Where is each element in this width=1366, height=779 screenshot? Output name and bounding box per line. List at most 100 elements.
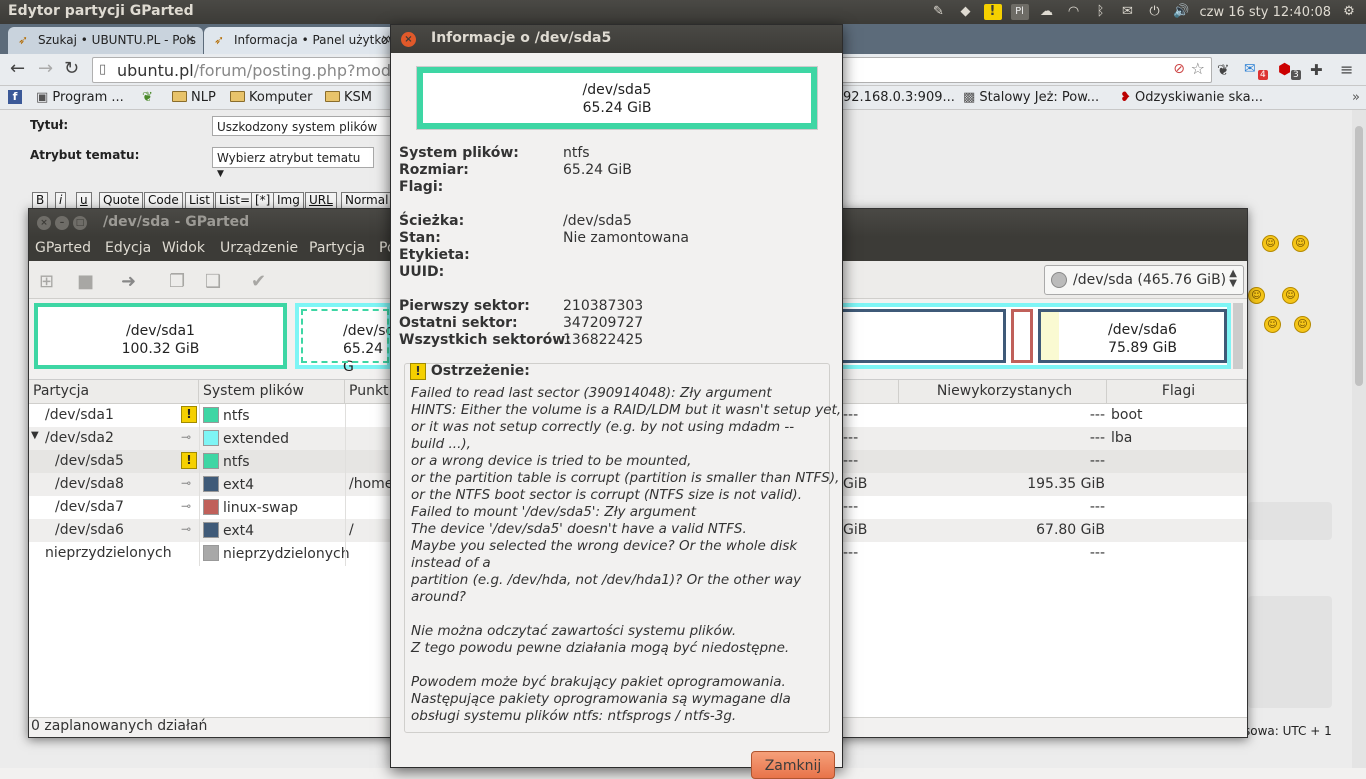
cell-mountpoint: / bbox=[349, 522, 354, 538]
cell-unused: 67.80 GiB bbox=[1036, 522, 1105, 538]
bbcode-list-button[interactable]: List bbox=[185, 192, 214, 209]
close-button[interactable]: Zamknij bbox=[751, 751, 835, 779]
map-scrollbar[interactable] bbox=[1233, 303, 1243, 369]
partition-map-extended[interactable]: /dev/sda6 75.89 GiB bbox=[829, 303, 1231, 369]
keyboard-layout-indicator[interactable]: Pl bbox=[1010, 4, 1029, 20]
smiley-icon[interactable]: ☺ bbox=[1282, 287, 1299, 304]
scrollbar-thumb[interactable] bbox=[1355, 126, 1363, 386]
apple-icon: ❥ bbox=[1120, 90, 1136, 105]
new-partition-icon[interactable]: ⊞ bbox=[39, 271, 54, 292]
close-icon[interactable]: × bbox=[401, 32, 416, 47]
adblock-icon[interactable]: ⬢ bbox=[1278, 60, 1291, 78]
close-icon[interactable]: × bbox=[37, 216, 51, 230]
menu-widok[interactable]: Widok bbox=[162, 240, 205, 256]
warning-line: or it was not setup correctly (e.g. by n… bbox=[411, 419, 795, 435]
partition-map-sda7[interactable] bbox=[1011, 309, 1033, 363]
maximize-icon[interactable]: □ bbox=[73, 216, 87, 230]
column-filesystem[interactable]: System plików bbox=[199, 380, 345, 404]
leaf-icon[interactable]: ❦ bbox=[142, 90, 153, 105]
apply-checkmark-icon[interactable]: ✔ bbox=[251, 271, 266, 292]
font-size-select[interactable]: Normal bbox=[341, 192, 391, 209]
bookmark-ip[interactable]: 92.168.0.3:909... bbox=[843, 90, 955, 105]
menu-edycja[interactable]: Edycja bbox=[105, 240, 151, 256]
column-unused[interactable]: Niewykorzystanych bbox=[899, 380, 1107, 404]
device-selector[interactable]: /dev/sda (465.76 GiB) ▲ ▼ bbox=[1044, 265, 1244, 295]
minimize-icon[interactable]: – bbox=[55, 216, 69, 230]
bluetooth-icon[interactable]: ᛒ bbox=[1092, 4, 1110, 20]
page-scrollbar[interactable] bbox=[1352, 110, 1366, 768]
menu-gparted[interactable]: GParted bbox=[35, 240, 91, 256]
menu-icon[interactable]: ≡ bbox=[1340, 60, 1353, 79]
folder-icon bbox=[325, 91, 340, 102]
partition-map-sda5[interactable]: /dev/sc 65.24 G bbox=[295, 303, 393, 375]
bbcode-underline-button[interactable]: u bbox=[76, 192, 92, 209]
facebook-icon[interactable]: f bbox=[8, 90, 22, 104]
warning-line bbox=[411, 657, 831, 674]
wifi-icon[interactable]: ◠ bbox=[1065, 4, 1083, 20]
delete-partition-icon[interactable]: ■ bbox=[77, 271, 94, 292]
bbcode-code-button[interactable]: Code bbox=[144, 192, 183, 209]
bbcode-italic-button[interactable]: i bbox=[55, 192, 67, 209]
warning-line: or the partition table is corrupt (parti… bbox=[411, 470, 840, 486]
gear-icon[interactable]: ⚙ bbox=[1340, 4, 1358, 20]
browser-tab-search[interactable]: ➶ Szukaj • UBUNTU.PL - Pols × bbox=[8, 27, 203, 54]
bbcode-url-button[interactable]: URL bbox=[305, 192, 337, 209]
evernote-icon[interactable]: ❦ bbox=[1217, 61, 1230, 79]
volume-icon[interactable]: 🔊 bbox=[1173, 4, 1191, 20]
back-arrow-icon[interactable]: ← bbox=[10, 58, 25, 79]
clock[interactable]: czw 16 sty 12:40:08 bbox=[1200, 5, 1332, 20]
mail-icon[interactable]: ✉ bbox=[1119, 4, 1137, 20]
smiley-icon[interactable]: ☺ bbox=[1262, 235, 1279, 252]
smiley-icon[interactable]: ☺ bbox=[1264, 316, 1281, 333]
menu-urzadzenie[interactable]: Urządzenie bbox=[220, 240, 298, 256]
attr-select[interactable]: Wybierz atrybut tematu ▼ bbox=[212, 147, 374, 179]
puzzle-icon[interactable]: ✚ bbox=[1310, 61, 1323, 79]
smiley-icon[interactable]: ☺ bbox=[1292, 235, 1309, 252]
cell-unused: --- bbox=[1089, 407, 1105, 423]
edit-icon[interactable]: ✎ bbox=[930, 4, 948, 20]
title-input[interactable]: Uszkodzony system plików bbox=[212, 116, 392, 136]
dropbox-icon[interactable]: ◆ bbox=[957, 4, 975, 20]
warning-icon[interactable]: ! bbox=[983, 4, 1002, 20]
bbcode-quote-button[interactable]: Quote bbox=[99, 192, 144, 209]
partition-map-sda1[interactable]: /dev/sda1 100.32 GiB bbox=[34, 303, 287, 369]
menu-partycja[interactable]: Partycja bbox=[309, 240, 365, 256]
copy-icon[interactable]: ❐ bbox=[169, 271, 185, 292]
resize-move-icon[interactable]: ➜ bbox=[121, 271, 136, 292]
bbcode-img-button[interactable]: Img bbox=[273, 192, 304, 209]
cloud-icon[interactable]: ☁ bbox=[1038, 4, 1056, 20]
bookmark-ksm[interactable]: KSM bbox=[325, 90, 372, 105]
mail-ext-icon[interactable]: ✉ bbox=[1244, 61, 1256, 77]
bookmark-stalowy[interactable]: ▩ Stalowy Jeż: Pow... bbox=[963, 90, 1099, 105]
disk-icon bbox=[1051, 272, 1067, 288]
star-icon[interactable]: ☆ bbox=[1191, 59, 1205, 78]
bookmark-program[interactable]: ▣ Program ... bbox=[36, 90, 124, 105]
bookmark-komputer[interactable]: Komputer bbox=[230, 90, 312, 105]
reload-icon[interactable]: ↻ bbox=[64, 58, 79, 79]
filesystem-color-swatch bbox=[203, 476, 219, 492]
bookmark-nlp[interactable]: NLP bbox=[172, 90, 216, 105]
expander-icon[interactable]: ▼ bbox=[31, 430, 39, 441]
block-icon[interactable]: ⊘ bbox=[1173, 61, 1185, 77]
bbcode-list-ordered-button[interactable]: List= bbox=[215, 192, 255, 209]
smiley-icon[interactable]: ☺ bbox=[1248, 287, 1265, 304]
partition-map-sda8[interactable] bbox=[833, 309, 1006, 363]
column-partition[interactable]: Partycja bbox=[29, 380, 199, 404]
cell-unused: 195.35 GiB bbox=[1027, 476, 1105, 492]
bbcode-list-item-button[interactable]: [*] bbox=[251, 192, 275, 209]
key-icon: ⊸ bbox=[181, 499, 192, 513]
browser-tab-info[interactable]: ➶ Informacja • Panel użytkow × bbox=[204, 27, 399, 54]
smiley-icon[interactable]: ☺ bbox=[1294, 316, 1311, 333]
forward-arrow-icon[interactable]: → bbox=[38, 58, 53, 79]
info-field-value: /dev/sda5 bbox=[563, 213, 632, 229]
bbcode-bold-button[interactable]: B bbox=[32, 192, 49, 209]
partition-map-sda6[interactable]: /dev/sda6 75.89 GiB bbox=[1038, 309, 1227, 363]
column-flags[interactable]: Flagi bbox=[1107, 380, 1247, 404]
cell-filesystem: ext4 bbox=[203, 522, 254, 539]
bookmark-odzyskiwanie[interactable]: ❥ Odzyskiwanie ska... bbox=[1120, 90, 1263, 105]
column-mountpoint[interactable]: Punkt bbox=[345, 380, 391, 404]
power-icon[interactable]: ⏻ bbox=[1146, 4, 1164, 20]
close-icon[interactable]: × bbox=[185, 32, 195, 46]
paste-icon[interactable]: ❑ bbox=[205, 271, 221, 292]
more-bookmarks-icon[interactable]: » bbox=[1352, 90, 1360, 105]
